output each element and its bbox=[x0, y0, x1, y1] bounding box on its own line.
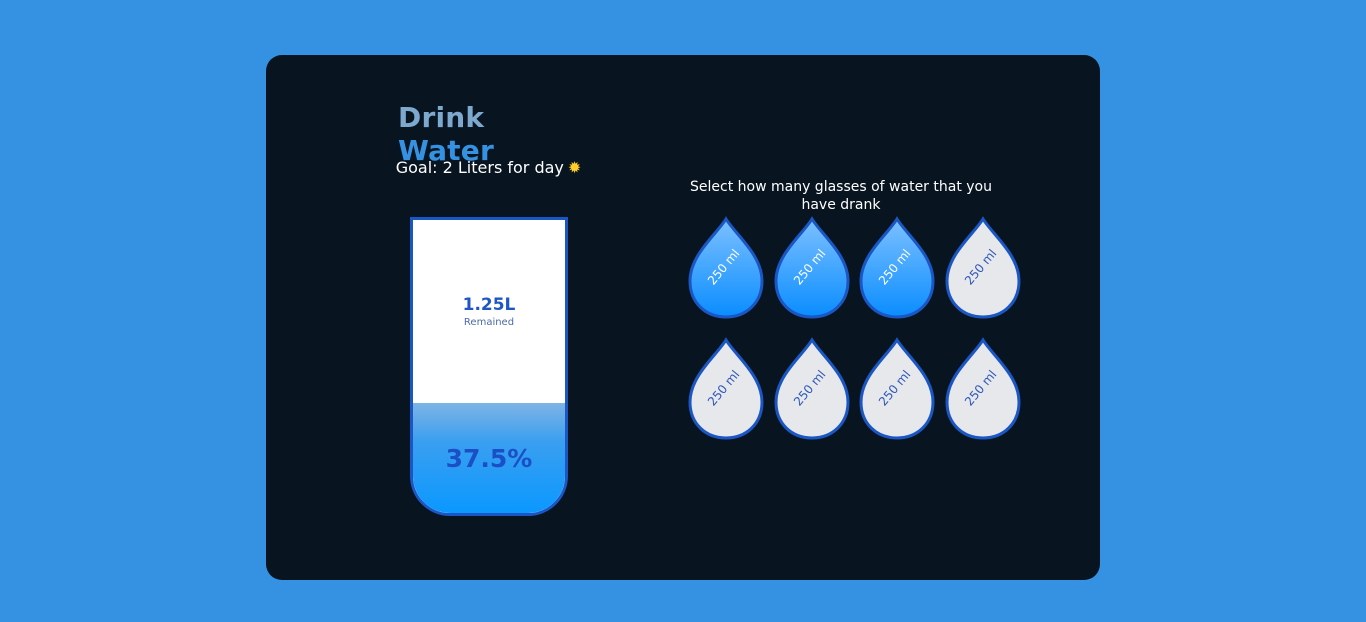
glass-drop[interactable]: 250 ml bbox=[943, 336, 1023, 442]
drink-water-card: Drink Water Goal: 2 Liters for day ✹ 1.25… bbox=[266, 55, 1100, 580]
glass-drop[interactable]: 250 ml bbox=[772, 215, 852, 321]
goal-text: Goal: 2 Liters for day bbox=[395, 158, 564, 177]
title-drink: Drink bbox=[398, 101, 485, 134]
remained-label: Remained bbox=[463, 317, 515, 328]
glass-drop[interactable]: 250 ml bbox=[857, 215, 937, 321]
remained-section: 1.25L Remained bbox=[413, 220, 565, 403]
big-cup: 1.25L Remained 37.5% bbox=[410, 217, 568, 516]
glass-drop[interactable]: 250 ml bbox=[686, 215, 766, 321]
sun-icon: ✹ bbox=[567, 158, 582, 177]
glass-drop[interactable]: 250 ml bbox=[772, 336, 852, 442]
glasses-grid: 250 ml 250 ml 250 ml 250 ml 250 ml 250 ml 250 … bbox=[686, 215, 1026, 445]
percentage-text: 37.5% bbox=[445, 443, 533, 473]
glass-drop[interactable]: 250 ml bbox=[686, 336, 766, 442]
remained-liters: 1.25L bbox=[462, 295, 516, 315]
cup-fill: 37.5% bbox=[413, 403, 565, 513]
glass-drop[interactable]: 250 ml bbox=[943, 215, 1023, 321]
glass-drop[interactable]: 250 ml bbox=[857, 336, 937, 442]
instruction-text: Select how many glasses of water that yo… bbox=[690, 179, 992, 213]
goal-text-row: Goal: 2 Liters for day ✹ bbox=[366, 158, 611, 177]
